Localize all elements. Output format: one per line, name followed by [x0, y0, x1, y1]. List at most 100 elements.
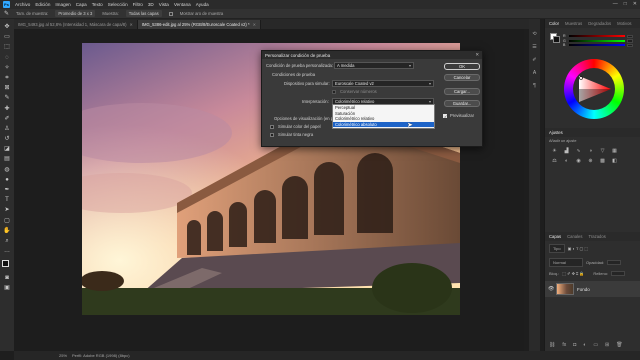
tab-paths[interactable]: Trazados: [588, 234, 605, 239]
foreground-color-swatch[interactable]: [2, 260, 9, 268]
adjustments-title[interactable]: Ajustes: [549, 130, 563, 135]
blue-slider[interactable]: [569, 44, 625, 47]
group-icon[interactable]: ▭: [593, 342, 598, 348]
eyedropper-tool-icon[interactable]: ✎: [4, 10, 9, 17]
fx-icon[interactable]: fx: [562, 342, 566, 348]
link-layers-icon[interactable]: ⛓: [549, 342, 555, 348]
device-select[interactable]: Euroscale Coated v2 ▾: [332, 80, 434, 87]
layer-name[interactable]: Fondo: [577, 287, 590, 292]
preview-checkbox[interactable]: [443, 114, 447, 119]
load-button[interactable]: Cargar...: [444, 88, 480, 95]
menu-texto[interactable]: Texto: [92, 2, 103, 7]
opacity-field[interactable]: [607, 260, 622, 265]
zoom-level[interactable]: 25%: [59, 353, 67, 358]
new-layer-icon[interactable]: ⊞: [605, 342, 609, 348]
tab-color[interactable]: Color: [549, 21, 559, 26]
pen-tool-icon[interactable]: ✒: [3, 186, 11, 194]
exposure-icon[interactable]: ◑: [587, 148, 594, 154]
simulate-paper-checkbox[interactable]: [270, 125, 274, 129]
blur-tool-icon[interactable]: ◍: [3, 166, 11, 174]
quick-select-tool-icon[interactable]: ✧: [3, 64, 11, 72]
add-mask-icon[interactable]: ◘: [573, 342, 576, 348]
type-tool-icon[interactable]: T: [3, 196, 11, 204]
artboard-tool-icon[interactable]: ▭: [3, 33, 11, 41]
sample-layers-select[interactable]: Todas las capas: [125, 10, 162, 17]
close-tab-icon[interactable]: ✕: [253, 22, 256, 27]
menu-ventana[interactable]: Ventana: [174, 2, 191, 7]
delete-layer-icon[interactable]: 🗑: [616, 342, 622, 348]
tab-layers[interactable]: Capas: [549, 234, 561, 239]
lasso-tool-icon[interactable]: ◌: [3, 54, 11, 62]
close-icon[interactable]: ✕: [475, 52, 479, 58]
healing-brush-icon[interactable]: ✚: [3, 105, 11, 113]
document-info[interactable]: Perfil: Adobe RGB (1998) (8bpc): [72, 353, 130, 358]
maximize-icon[interactable]: □: [624, 1, 627, 7]
brush-panel-icon[interactable]: ✐: [532, 57, 538, 63]
visibility-eye-icon[interactable]: 👁: [548, 286, 554, 292]
blue-value[interactable]: [627, 43, 633, 47]
color-triangle[interactable]: [573, 68, 615, 110]
tab-channels[interactable]: Canales: [567, 234, 582, 239]
tab-gradients[interactable]: Degradados: [588, 21, 611, 26]
channel-mixer-icon[interactable]: ⊕: [587, 158, 594, 164]
eyedropper-tool-icon[interactable]: ✎: [3, 94, 11, 102]
curves-icon[interactable]: ∿: [575, 148, 582, 154]
gradient-tool-icon[interactable]: ▤: [3, 155, 11, 163]
quick-mask-icon[interactable]: ◙: [3, 274, 11, 282]
menu-seleccion[interactable]: Selección: [108, 2, 128, 7]
adjustment-layer-icon[interactable]: ◐: [583, 342, 586, 348]
green-slider[interactable]: [569, 39, 625, 42]
eraser-tool-icon[interactable]: ◪: [3, 145, 11, 153]
menu-archivo[interactable]: Archivo: [15, 2, 30, 7]
paragraph-panel-icon[interactable]: ¶: [532, 83, 538, 89]
condition-select[interactable]: A medida ▾: [334, 62, 414, 69]
history-panel-icon[interactable]: ⟲: [532, 31, 538, 37]
menu-edicion[interactable]: Edición: [35, 2, 50, 7]
green-value[interactable]: [627, 39, 633, 43]
layer-row[interactable]: 👁 Fondo: [545, 281, 640, 297]
preserve-numbers-checkbox[interactable]: [332, 90, 336, 94]
brightness-icon[interactable]: ☀: [551, 148, 558, 154]
color-balance-icon[interactable]: ⚖: [551, 158, 558, 164]
cancel-button[interactable]: Cancelar: [444, 74, 480, 81]
invert-icon[interactable]: ◧: [611, 158, 618, 164]
hue-saturation-icon[interactable]: ▦: [611, 148, 618, 154]
properties-panel-icon[interactable]: ☰: [532, 44, 538, 50]
color-lookup-icon[interactable]: ▩: [599, 158, 606, 164]
menu-vista[interactable]: Vista: [159, 2, 169, 7]
vibrance-icon[interactable]: ▽: [599, 148, 606, 154]
brush-tool-icon[interactable]: ✐: [3, 115, 11, 123]
menu-ayuda[interactable]: Ayuda: [196, 2, 209, 7]
red-value[interactable]: [627, 34, 633, 38]
show-sampling-ring-checkbox[interactable]: [168, 11, 173, 16]
photo-filter-icon[interactable]: ◉: [575, 158, 582, 164]
close-tab-icon[interactable]: ✕: [129, 22, 132, 27]
tab-swatches[interactable]: Muestras: [565, 21, 582, 26]
layer-kind-select[interactable]: Tipo: [549, 244, 565, 253]
filter-icons[interactable]: ▣ ◐ T ▢ ⬚: [568, 246, 589, 251]
zoom-tool-icon[interactable]: ⌕: [3, 237, 11, 245]
close-window-icon[interactable]: ✕: [633, 1, 637, 7]
clone-stamp-icon[interactable]: ♙: [3, 125, 11, 133]
move-tool-icon[interactable]: ✥: [3, 23, 11, 31]
crop-tool-icon[interactable]: ⌗: [3, 74, 11, 82]
dodge-tool-icon[interactable]: ●: [3, 176, 11, 184]
path-select-icon[interactable]: ➤: [3, 206, 11, 214]
red-slider[interactable]: [569, 35, 625, 38]
lock-icons[interactable]: ⬚ ✐ ✥ ⌗ 🔒: [562, 271, 584, 276]
more-tools-icon[interactable]: …: [3, 247, 11, 255]
bg-color-chip[interactable]: [553, 36, 560, 43]
black-white-icon[interactable]: ◐: [563, 158, 570, 164]
screen-mode-icon[interactable]: ▣: [3, 284, 11, 292]
blend-mode-select[interactable]: Normal: [549, 258, 583, 267]
shape-tool-icon[interactable]: ▢: [3, 217, 11, 225]
menu-filtro[interactable]: Filtro: [133, 2, 143, 7]
tab-document-1[interactable]: IMG_5493.jpg al 52,8% (Intensidad 1, Más…: [14, 20, 138, 29]
tab-document-2[interactable]: IMG_5386-edit.jpg al 25% (RGB/8/Euroscal…: [137, 20, 261, 29]
levels-icon[interactable]: ▟: [563, 148, 570, 154]
ok-button[interactable]: OK: [444, 63, 480, 70]
color-wheel[interactable]: [564, 59, 624, 119]
tab-patterns[interactable]: Motivos: [617, 21, 631, 26]
hand-tool-icon[interactable]: ✋: [3, 227, 11, 235]
frame-tool-icon[interactable]: ⊠: [3, 84, 11, 92]
